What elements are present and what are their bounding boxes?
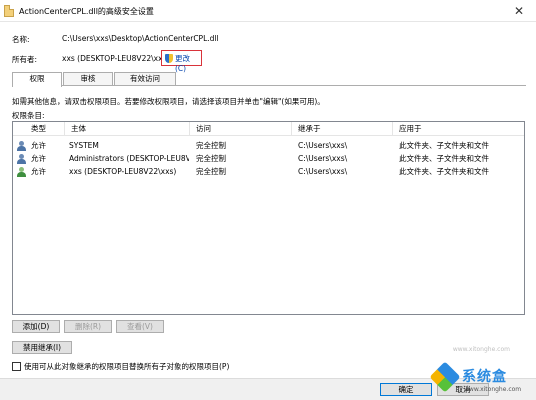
table-row[interactable]: 允许 Administrators (DESKTOP-LEU8V... 完全控制… [13,153,524,165]
brand-logo-icon [429,361,461,393]
owner-value: xxs (DESKTOP-LEU8V22\xxs) [62,54,170,63]
column-principal[interactable]: 主体 [65,122,190,136]
row-applies: 此文件夹、子文件夹和文件 [399,141,489,150]
name-label: 名称: [12,35,30,44]
replace-child-permissions-label: 使用可从此对象继承的权限项目替换所有子对象的权限项目(P) [24,362,230,371]
name-value: C:\Users\xxs\Desktop\ActionCenterCPL.dll [62,34,219,43]
title-bar: ActionCenterCPL.dll的高级安全设置 ✕ [0,0,536,22]
watermark-url: www.xitonghe.com [464,386,522,393]
row-type: 允许 [31,167,46,176]
tab-permissions-label: 权限 [29,74,45,83]
row-principal: SYSTEM [69,141,99,150]
row-access: 完全控制 [196,154,226,163]
column-access[interactable]: 访问 [190,122,292,136]
replace-child-permissions-checkbox[interactable] [12,362,21,371]
ok-button[interactable]: 确定 [380,383,432,396]
info-text: 如需其他信息，请双击权限项目。若要修改权限项目，请选择该项目并单击"编辑"(如果… [12,97,325,106]
shield-icon [165,54,173,63]
side-watermark: www.xitonghe.com [452,346,510,353]
file-icon [4,5,14,17]
row-applies: 此文件夹、子文件夹和文件 [399,167,489,176]
tab-effective-access-label: 有效访问 [130,74,160,83]
watermark-brand: 系统盒 [462,369,507,385]
disable-inheritance-button[interactable]: 禁用继承(I) [12,341,72,354]
window-title: ActionCenterCPL.dll的高级安全设置 [19,7,154,16]
row-access: 完全控制 [196,167,226,176]
table-row[interactable]: 允许 SYSTEM 完全控制 C:\Users\xxs\ 此文件夹、子文件夹和文… [13,140,524,152]
user-icon [17,167,27,177]
watermark: 系统盒 www.xitonghe.com [429,361,530,396]
column-applies-to[interactable]: 应用于 [393,122,524,136]
column-inherited-from[interactable]: 继承于 [292,122,393,136]
permission-entries-list[interactable]: 类型 主体 访问 继承于 应用于 允许 SYSTEM 完全控制 C:\Users… [12,121,525,353]
change-owner-button[interactable]: 更改(C) [161,50,202,73]
row-principal: Administrators (DESKTOP-LEU8V... [69,154,189,163]
owner-label: 所有者: [12,55,38,64]
tab-effective-access[interactable]: 有效访问 [114,72,176,86]
tab-permissions[interactable]: 权限 [12,72,62,87]
row-access: 完全控制 [196,141,226,150]
tab-auditing[interactable]: 审核 [63,72,113,86]
row-type: 允许 [31,154,46,163]
table-row[interactable]: 允许 xxs (DESKTOP-LEU8V22\xxs) 完全控制 C:\Use… [13,166,524,178]
column-type[interactable]: 类型 [13,122,65,136]
view-button[interactable]: 查看(V) [116,320,164,333]
close-icon[interactable]: ✕ [510,2,528,20]
row-type: 允许 [31,141,46,150]
row-inherited: C:\Users\xxs\ [298,154,348,163]
list-header: 类型 主体 访问 继承于 应用于 [13,122,524,136]
tab-auditing-label: 审核 [80,74,96,83]
row-inherited: C:\Users\xxs\ [298,141,348,150]
row-applies: 此文件夹、子文件夹和文件 [399,154,489,163]
row-inherited: C:\Users\xxs\ [298,167,348,176]
remove-button[interactable]: 删除(R) [64,320,112,333]
group-user-icon [17,154,27,164]
group-user-icon [17,141,27,151]
row-principal: xxs (DESKTOP-LEU8V22\xxs) [69,167,177,176]
permission-entries-label: 权限条目: [12,111,45,120]
change-owner-link[interactable]: 更改(C) [175,53,201,73]
add-button[interactable]: 添加(D) [12,320,60,333]
